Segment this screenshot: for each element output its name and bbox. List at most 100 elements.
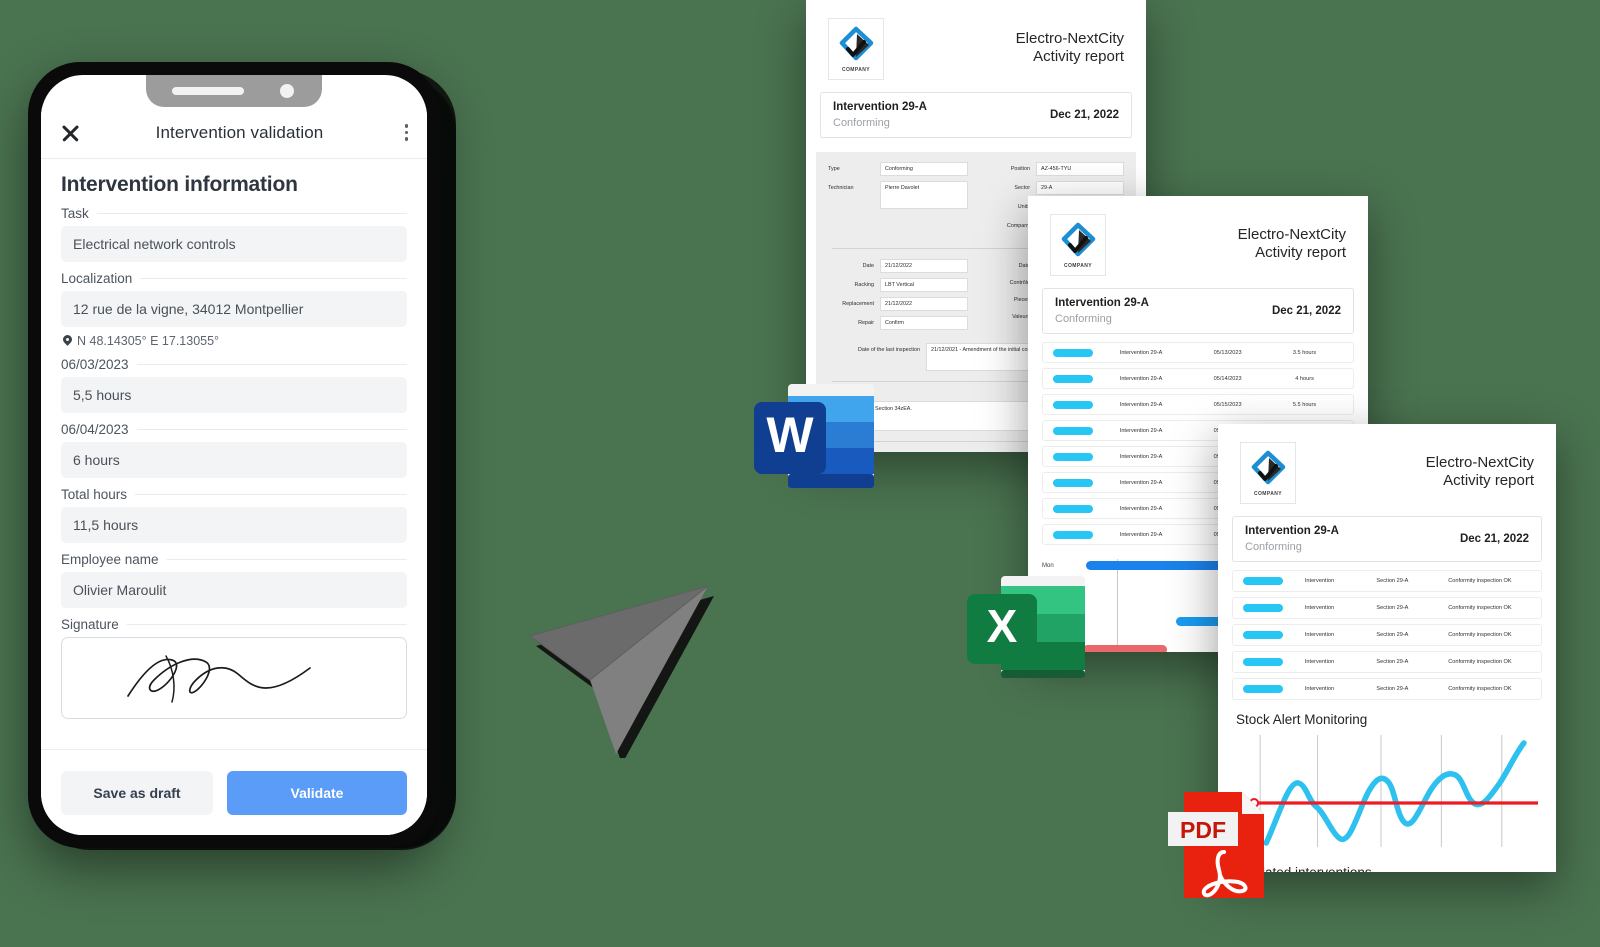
- svg-text:W: W: [766, 407, 814, 463]
- form-row: Position AZ-456-TYU: [984, 162, 1124, 177]
- form-row: Date 21/12/2022: [828, 259, 968, 274]
- document-title: Electro-NextCity Activity report: [1106, 214, 1346, 263]
- table-row[interactable]: Intervention Section 29-A Conformity ins…: [1232, 678, 1542, 701]
- status-pill: [1053, 374, 1093, 383]
- phone-mockup: Intervention validation Intervention inf…: [28, 62, 468, 862]
- row-section: Section 29-A: [1376, 632, 1409, 639]
- divider: [135, 494, 407, 495]
- logo-mark-icon: [1061, 222, 1096, 257]
- status-pill: [1053, 504, 1093, 513]
- logo-mark-icon: [1251, 450, 1286, 485]
- status-pill: [1053, 400, 1093, 409]
- close-icon[interactable]: [59, 122, 81, 144]
- title-line-2: Activity report: [1033, 48, 1124, 66]
- field-label-signature: Signature: [61, 617, 407, 632]
- field-label-localization: Localization: [61, 271, 407, 286]
- row-date: 05/15/2023: [1213, 401, 1242, 408]
- field-label: Date: [862, 263, 874, 270]
- hours-field-2[interactable]: 6 hours: [61, 442, 407, 478]
- company-logo: COMPANY: [828, 18, 884, 80]
- form-row: Repair Confirm: [828, 316, 968, 331]
- table-row[interactable]: Intervention Section 29-A Conformity ins…: [1232, 570, 1542, 593]
- intervention-status: Conforming: [833, 116, 890, 129]
- field-label-total-hours: Total hours: [61, 487, 407, 502]
- field-value: 21/12/2022: [880, 259, 968, 274]
- app-bar: Intervention validation: [41, 107, 427, 159]
- total-hours-field[interactable]: 11,5 hours: [61, 507, 407, 543]
- intervention-summary-bar: Intervention 29-A Conforming Dec 21, 202…: [1232, 516, 1542, 563]
- row-type: Intervention: [1304, 659, 1335, 666]
- row-date: 05/13/2023: [1213, 349, 1242, 356]
- title-line-1: Electro-NextCity: [1237, 226, 1346, 243]
- label-text: Localization: [61, 271, 133, 286]
- field-label: Date of the last inspection: [857, 347, 920, 354]
- field-value: Pierre Davolet: [880, 181, 968, 210]
- form-row: Sector 29-A: [984, 181, 1124, 196]
- status-pill: [1243, 631, 1283, 640]
- intervention-name: Intervention 29-A: [1245, 525, 1339, 537]
- table-row[interactable]: Intervention Section 29-A Conformity ins…: [1232, 651, 1542, 674]
- pdf-row-list: Intervention Section 29-A Conformity ins…: [1232, 570, 1542, 701]
- field-label-task: Task: [61, 206, 407, 221]
- localization-field[interactable]: 12 rue de la vigne, 34012 Montpellier: [61, 291, 407, 327]
- stock-alert-chart-section: Stock Alert Monitoring Validated interve…: [1236, 712, 1538, 872]
- table-row[interactable]: Intervention 29-A 05/14/2023 4 hours: [1042, 368, 1354, 390]
- save-as-draft-button[interactable]: Save as draft: [61, 770, 213, 815]
- field-label: Technician: [828, 185, 854, 192]
- employee-name-field[interactable]: Olivier Maroulit: [61, 572, 407, 608]
- pdf-label: PDF: [1180, 817, 1226, 843]
- kebab-menu-icon[interactable]: [404, 124, 409, 141]
- hours-field-1[interactable]: 5,5 hours: [61, 377, 407, 413]
- row-date: 05/14/2023: [1213, 375, 1242, 382]
- field-label-date-1: 06/03/2023: [61, 357, 407, 372]
- field-value: 29-A: [1036, 181, 1124, 196]
- document-title: Electro-NextCity Activity report: [884, 18, 1124, 67]
- row-name: Intervention 29-A: [1119, 453, 1163, 460]
- label-text: Total hours: [61, 487, 128, 502]
- phone-screen: Intervention validation Intervention inf…: [41, 75, 427, 835]
- intervention-summary-bar: Intervention 29-A Conforming Dec 21, 202…: [820, 92, 1132, 139]
- status-pill: [1053, 426, 1093, 435]
- word-file-icon[interactable]: W: [750, 372, 878, 500]
- page-title: Intervention validation: [155, 122, 324, 142]
- status-pill: [1243, 604, 1283, 613]
- scene: Intervention validation Intervention inf…: [0, 0, 1600, 947]
- pdf-file-icon[interactable]: PDF: [1166, 786, 1276, 904]
- excel-file-icon[interactable]: X: [963, 568, 1089, 686]
- field-label: Replacement: [842, 301, 874, 308]
- row-name: Intervention 29-A: [1119, 427, 1163, 434]
- row-status: Conformity inspection OK: [1448, 659, 1512, 666]
- table-row[interactable]: Intervention Section 29-A Conformity ins…: [1232, 624, 1542, 647]
- gantt-bar: [1082, 645, 1167, 652]
- field-label-employee-name: Employee name: [61, 552, 407, 567]
- task-field[interactable]: Electrical network controls: [61, 226, 407, 262]
- divider: [126, 624, 407, 625]
- title-line-2: Activity report: [1255, 244, 1346, 262]
- title-line-1: Electro-NextCity: [1015, 30, 1124, 47]
- intervention-form: Intervention information Task Electrical…: [41, 159, 427, 749]
- logo-mark-icon: [839, 26, 874, 61]
- row-section: Section 29-A: [1376, 686, 1409, 693]
- row-hours: 3.5 hours: [1292, 349, 1317, 356]
- field-label: Type: [828, 166, 840, 173]
- divider: [96, 213, 407, 214]
- map-pin-icon: [63, 335, 72, 348]
- table-row[interactable]: Intervention Section 29-A Conformity ins…: [1232, 597, 1542, 620]
- status-pill: [1053, 478, 1093, 487]
- logo-caption: COMPANY: [1064, 263, 1092, 269]
- logo-caption: COMPANY: [842, 67, 870, 73]
- gps-coordinates: N 48.14305° E 17.13055°: [61, 334, 407, 348]
- front-camera: [280, 84, 294, 98]
- field-label: Date: [1018, 263, 1030, 270]
- row-name: Intervention 29-A: [1119, 479, 1163, 486]
- row-section: Section 29-A: [1376, 578, 1409, 585]
- table-row[interactable]: Intervention 29-A 05/15/2023 5.5 hours: [1042, 394, 1354, 416]
- label-text: 06/03/2023: [61, 357, 129, 372]
- table-row[interactable]: Intervention 29-A 05/13/2023 3.5 hours: [1042, 342, 1354, 364]
- company-logo: COMPANY: [1240, 442, 1296, 504]
- signature-pad[interactable]: [61, 637, 407, 719]
- validate-button[interactable]: Validate: [227, 770, 407, 815]
- row-type: Intervention: [1304, 578, 1335, 585]
- row-hours: 4 hours: [1295, 375, 1314, 382]
- divider: [140, 278, 407, 279]
